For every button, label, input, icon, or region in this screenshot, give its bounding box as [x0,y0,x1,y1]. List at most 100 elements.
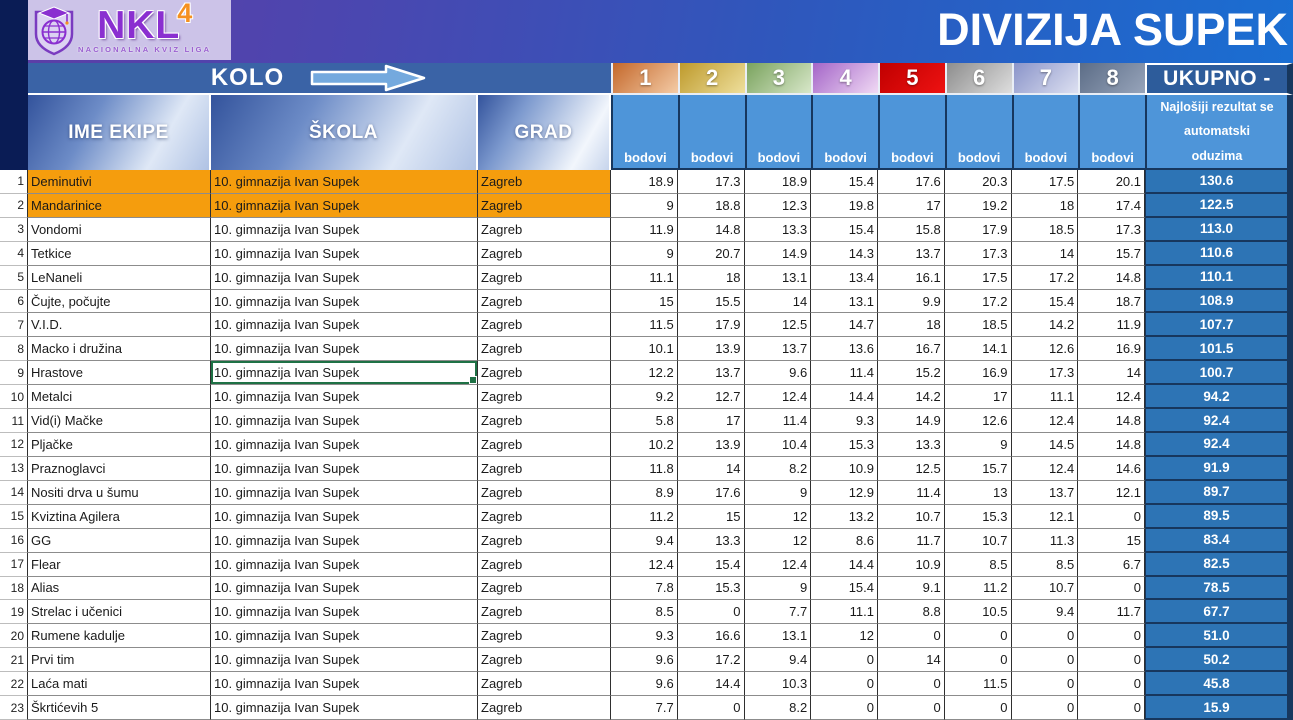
score-cell-round-5[interactable]: 18 [878,313,945,337]
score-cell-round-8[interactable]: 14.8 [1078,266,1145,290]
team-name-cell[interactable]: Škrtićevih 5 [28,696,211,720]
total-cell[interactable]: 92.4 [1145,433,1293,457]
score-cell-round-7[interactable]: 15.4 [1012,290,1079,314]
score-cell-round-7[interactable]: 18 [1012,194,1079,218]
column-header-team[interactable]: IME EKIPE [28,95,211,170]
total-cell[interactable]: 15.9 [1145,696,1293,720]
score-cell-round-7[interactable]: 0 [1012,672,1079,696]
team-name-cell[interactable]: Čujte, počujte [28,290,211,314]
score-cell-round-1[interactable]: 11.9 [611,218,678,242]
score-cell-round-8[interactable]: 15.7 [1078,242,1145,266]
score-cell-round-1[interactable]: 12.2 [611,361,678,385]
total-cell[interactable]: 113.0 [1145,218,1293,242]
score-cell-round-5[interactable]: 12.5 [878,457,945,481]
score-cell-round-7[interactable]: 12.4 [1012,409,1079,433]
score-cell-round-2[interactable]: 18 [678,266,745,290]
score-cell-round-6[interactable]: 17.2 [945,290,1012,314]
row-number-cell[interactable]: 7 [0,313,28,337]
score-cell-round-2[interactable]: 15.4 [678,553,745,577]
score-cell-round-6[interactable]: 15.3 [945,505,1012,529]
city-cell[interactable]: Zagreb [478,242,611,266]
round-header-7[interactable]: 7 [1012,63,1079,95]
row-number-cell[interactable]: 16 [0,529,28,553]
score-cell-round-1[interactable]: 18.9 [611,170,678,194]
score-cell-round-5[interactable]: 13.3 [878,433,945,457]
row-number-cell[interactable]: 4 [0,242,28,266]
score-cell-round-5[interactable]: 9.9 [878,290,945,314]
row-number-cell[interactable]: 2 [0,194,28,218]
total-cell[interactable]: 91.9 [1145,457,1293,481]
score-cell-round-7[interactable]: 9.4 [1012,600,1079,624]
team-name-cell[interactable]: Vondomi [28,218,211,242]
city-cell[interactable]: Zagreb [478,218,611,242]
score-cell-round-5[interactable]: 0 [878,624,945,648]
school-cell[interactable]: 10. gimnazija Ivan Supek [211,194,478,218]
score-cell-round-4[interactable]: 13.2 [811,505,878,529]
city-cell[interactable]: Zagreb [478,600,611,624]
score-cell-round-2[interactable]: 13.7 [678,361,745,385]
score-cell-round-3[interactable]: 10.4 [745,433,812,457]
score-cell-round-8[interactable]: 14 [1078,361,1145,385]
score-cell-round-5[interactable]: 14.2 [878,385,945,409]
team-name-cell[interactable]: Flear [28,553,211,577]
round-header-5[interactable]: 5 [878,63,945,95]
school-cell[interactable]: 10. gimnazija Ivan Supek [211,457,478,481]
score-cell-round-4[interactable]: 13.4 [811,266,878,290]
score-cell-round-2[interactable]: 18.8 [678,194,745,218]
row-number-cell[interactable]: 11 [0,409,28,433]
score-cell-round-4[interactable]: 12 [811,624,878,648]
total-cell[interactable]: 92.4 [1145,409,1293,433]
city-cell[interactable]: Zagreb [478,553,611,577]
score-cell-round-1[interactable]: 5.8 [611,409,678,433]
score-cell-round-3[interactable]: 12.5 [745,313,812,337]
score-cell-round-2[interactable]: 17.2 [678,648,745,672]
school-cell[interactable]: 10. gimnazija Ivan Supek [211,218,478,242]
school-cell[interactable]: 10. gimnazija Ivan Supek [211,696,478,720]
score-cell-round-1[interactable]: 7.7 [611,696,678,720]
score-cell-round-2[interactable]: 14 [678,457,745,481]
score-cell-round-7[interactable]: 11.3 [1012,529,1079,553]
score-cell-round-3[interactable]: 9.4 [745,648,812,672]
score-cell-round-4[interactable]: 19.8 [811,194,878,218]
score-cell-round-7[interactable]: 14.2 [1012,313,1079,337]
score-cell-round-8[interactable]: 15 [1078,529,1145,553]
score-cell-round-1[interactable]: 9 [611,242,678,266]
score-cell-round-3[interactable]: 10.3 [745,672,812,696]
points-subheader-round-2[interactable]: bodovi [678,95,745,170]
score-cell-round-8[interactable]: 0 [1078,577,1145,601]
score-cell-round-6[interactable]: 17.9 [945,218,1012,242]
score-cell-round-5[interactable]: 0 [878,672,945,696]
school-cell[interactable]: 10. gimnazija Ivan Supek [211,481,478,505]
score-cell-round-5[interactable]: 10.7 [878,505,945,529]
score-cell-round-7[interactable]: 17.5 [1012,170,1079,194]
score-cell-round-7[interactable]: 12.6 [1012,337,1079,361]
score-cell-round-1[interactable]: 12.4 [611,553,678,577]
score-cell-round-1[interactable]: 11.1 [611,266,678,290]
score-cell-round-3[interactable]: 14.9 [745,242,812,266]
score-cell-round-5[interactable]: 14.9 [878,409,945,433]
school-cell[interactable]: 10. gimnazija Ivan Supek [211,553,478,577]
school-cell[interactable]: 10. gimnazija Ivan Supek [211,337,478,361]
school-cell[interactable]: 10. gimnazija Ivan Supek [211,409,478,433]
row-number-cell[interactable]: 8 [0,337,28,361]
school-cell[interactable]: 10. gimnazija Ivan Supek [211,242,478,266]
team-name-cell[interactable]: Laća mati [28,672,211,696]
team-name-cell[interactable]: Prvi tim [28,648,211,672]
score-cell-round-8[interactable]: 6.7 [1078,553,1145,577]
score-cell-round-3[interactable]: 12.4 [745,553,812,577]
score-cell-round-2[interactable]: 0 [678,600,745,624]
score-cell-round-1[interactable]: 9.6 [611,672,678,696]
score-cell-round-4[interactable]: 15.3 [811,433,878,457]
school-cell[interactable]: 10. gimnazija Ivan Supek [211,433,478,457]
round-header-1[interactable]: 1 [611,63,678,95]
total-cell[interactable]: 108.9 [1145,290,1293,314]
row-number-cell[interactable]: 17 [0,553,28,577]
score-cell-round-2[interactable]: 16.6 [678,624,745,648]
score-cell-round-4[interactable]: 14.4 [811,553,878,577]
score-cell-round-6[interactable]: 20.3 [945,170,1012,194]
score-cell-round-8[interactable]: 14.6 [1078,457,1145,481]
city-cell[interactable]: Zagreb [478,672,611,696]
score-cell-round-6[interactable]: 18.5 [945,313,1012,337]
score-cell-round-5[interactable]: 16.1 [878,266,945,290]
points-subheader-round-7[interactable]: bodovi [1012,95,1079,170]
